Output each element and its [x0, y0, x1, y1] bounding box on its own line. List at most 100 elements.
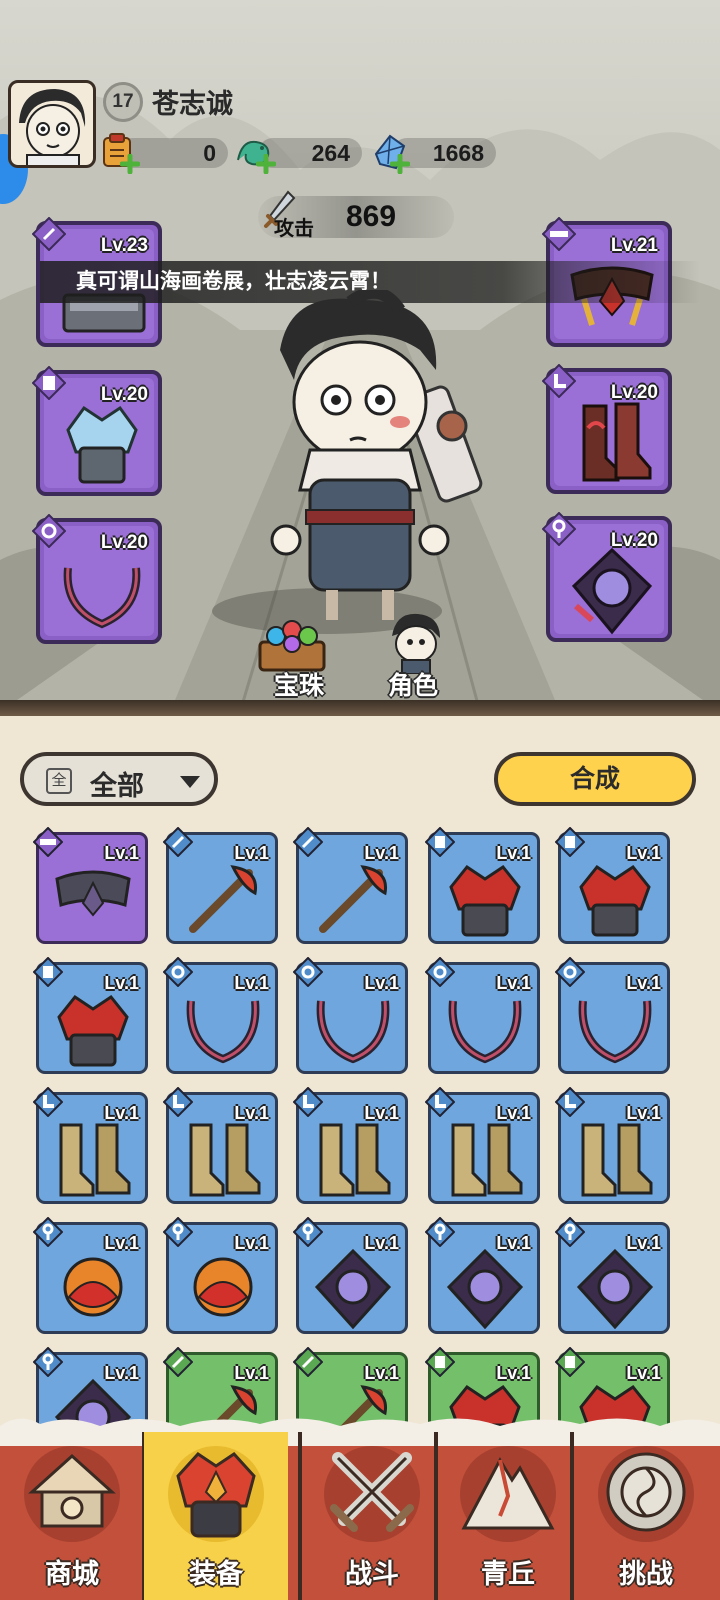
player-avatar[interactable] [8, 80, 96, 168]
add-crystal-icon[interactable] [390, 154, 410, 174]
ring-tag-icon [425, 957, 455, 987]
item-level: Lv.1 [104, 1233, 139, 1253]
inventory-item[interactable]: Lv.1 [425, 1087, 540, 1204]
belt-tag-icon [33, 827, 63, 857]
inventory-item[interactable]: Lv.1 [33, 827, 148, 944]
golden-staff-icon [319, 865, 388, 933]
pendant-tag-icon [425, 1217, 455, 1247]
filter-label: 全部 [90, 771, 144, 801]
equipped-slot-boots[interactable]: Lv.20 [542, 364, 672, 494]
inventory-item[interactable]: Lv.1 [555, 957, 670, 1074]
item-level: Lv.1 [626, 1103, 661, 1123]
inventory-item[interactable]: Lv.1 [293, 1087, 408, 1204]
pendant-tag-icon [555, 1217, 585, 1247]
red-necklace-icon [186, 1000, 260, 1064]
add-scroll-icon[interactable] [120, 154, 140, 174]
sword-tag-icon [293, 1347, 323, 1377]
equipped-slot-necklace[interactable]: Lv.20 [32, 514, 162, 644]
equipped-level: Lv.20 [610, 530, 658, 551]
ice-armor-icon [66, 405, 138, 484]
equipped-slot-armor[interactable]: Lv.20 [32, 366, 162, 496]
inventory-item[interactable]: Lv.1 [33, 1087, 148, 1204]
orb-pendant-icon [571, 547, 653, 635]
attack-value: 869 [346, 200, 397, 233]
inventory-item[interactable]: Lv.1 [425, 827, 540, 944]
pendant-tag-icon [163, 1217, 193, 1247]
sword-tag-icon [163, 827, 193, 857]
item-level: Lv.1 [364, 843, 399, 863]
frost-boots-icon [59, 1123, 131, 1197]
item-level: Lv.1 [364, 973, 399, 993]
nav-tab-challenge[interactable]: 挑战 [574, 1432, 718, 1600]
fire-orb-icon [63, 1257, 123, 1317]
inventory-item[interactable]: Lv.1 [555, 1087, 670, 1204]
inventory-item[interactable]: Lv.1 [33, 957, 148, 1074]
synthesize-button[interactable]: 合成 [494, 752, 696, 806]
inventory-item[interactable]: Lv.1 [163, 1217, 278, 1334]
add-jade-icon[interactable] [256, 154, 276, 174]
pendant-tag-icon [542, 512, 576, 546]
nav-tab-battle[interactable]: 战斗 [300, 1432, 444, 1600]
item-level: Lv.1 [234, 1103, 269, 1123]
inventory-item[interactable]: Lv.1 [293, 827, 408, 944]
armor-tag-icon [555, 827, 585, 857]
scene-divider [0, 700, 720, 716]
orb-box-icon[interactable] [252, 614, 332, 674]
nav-tab-equipment[interactable]: 装备 [144, 1432, 288, 1600]
inventory-item[interactable]: Lv.1 [293, 957, 408, 1074]
character-button-label[interactable]: 角色 [388, 666, 438, 702]
equipped-level: Lv.20 [100, 532, 148, 553]
avatar-face-icon [19, 89, 86, 165]
inventory-item[interactable]: Lv.1 [163, 1087, 278, 1204]
item-level: Lv.1 [626, 973, 661, 993]
flame-whip-icon [189, 865, 258, 933]
orbs-button-label[interactable]: 宝珠 [274, 666, 324, 702]
category-filter-dropdown[interactable]: 全 全部 [20, 752, 218, 806]
item-level: Lv.1 [234, 1363, 269, 1383]
nav-label: 装备 [189, 1559, 243, 1589]
inventory-item[interactable]: Lv.1 [555, 827, 670, 944]
item-level: Lv.1 [104, 843, 139, 863]
item-level: Lv.1 [104, 1363, 139, 1383]
item-level: Lv.1 [364, 1103, 399, 1123]
item-level: Lv.1 [234, 843, 269, 863]
red-boots-icon [582, 402, 652, 482]
equipped-slot-accessory[interactable]: Lv.20 [542, 512, 672, 642]
nav-label: 青丘 [481, 1559, 535, 1589]
inventory-item[interactable]: Lv.1 [425, 957, 540, 1074]
boot-tag-icon [542, 364, 576, 398]
character-mini-icon[interactable] [382, 610, 452, 674]
resource-jade-value: 264 [311, 139, 350, 166]
inventory-item[interactable]: Lv.1 [163, 827, 278, 944]
equipped-level: Lv.20 [100, 384, 148, 405]
nav-label: 商城 [45, 1559, 99, 1589]
player-level-badge: 17 [103, 82, 143, 122]
inventory-item[interactable]: Lv.1 [293, 1217, 408, 1334]
pendant-tag-icon [293, 1217, 323, 1247]
dark-necklace-icon [448, 1000, 522, 1064]
resource-scroll-value: 0 [203, 139, 216, 166]
inventory-item[interactable]: Lv.1 [33, 1217, 148, 1334]
inventory-item[interactable]: Lv.1 [425, 1217, 540, 1334]
attack-label: 攻击 [274, 218, 314, 240]
sword-tag-icon [163, 1347, 193, 1377]
item-level: Lv.1 [234, 973, 269, 993]
inventory-item[interactable]: Lv.1 [163, 957, 278, 1074]
filter-all-icon: 全 [46, 768, 72, 794]
inventory-item[interactable]: Lv.1 [555, 1217, 670, 1334]
item-level: Lv.1 [364, 1233, 399, 1253]
item-level: Lv.1 [626, 1233, 661, 1253]
nav-label: 挑战 [619, 1559, 673, 1589]
crossed-swords-icon [330, 1452, 414, 1532]
ring-tag-icon [163, 957, 193, 987]
armor-tag-icon [425, 1347, 455, 1377]
mountain-icon [461, 1456, 555, 1530]
hero-character[interactable] [240, 290, 490, 630]
item-level: Lv.1 [496, 1363, 531, 1383]
nav-tab-qingqiu[interactable]: 青丘 [436, 1432, 580, 1600]
nav-tab-shop[interactable]: 商城 [0, 1432, 144, 1600]
item-level: Lv.1 [104, 973, 139, 993]
equipment-helmet-icon [176, 1452, 256, 1538]
belt-tag-icon [542, 217, 576, 251]
item-level: Lv.1 [496, 973, 531, 993]
